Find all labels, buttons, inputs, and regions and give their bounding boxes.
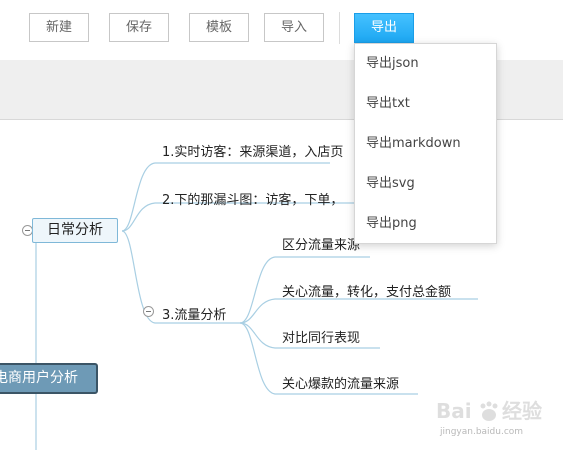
import-button[interactable]: 导入 [264,13,324,42]
node-sub-1[interactable]: 区分流量来源 [282,234,360,253]
svg-text:经验: 经验 [502,399,542,423]
svg-text:Bai: Bai [436,399,472,423]
collapse-toggle-flow[interactable] [143,306,154,317]
menu-item-export-png[interactable]: 导出png [355,204,496,244]
node-sub-3[interactable]: 对比同行表现 [282,327,360,346]
menu-item-export-txt[interactable]: 导出txt [355,84,496,124]
node-branch-1[interactable]: 1.实时访客：来源渠道，入店页 [162,141,343,160]
menu-item-export-markdown[interactable]: 导出markdown [355,124,496,164]
export-button[interactable]: 导出 [354,13,414,43]
node-branch-2[interactable]: 2.下的那漏斗图：访客，下单， [162,189,343,208]
node-daily-analysis[interactable]: 日常分析 [32,218,118,243]
template-button[interactable]: 模板 [189,13,249,42]
node-root[interactable]: 电商用户分析 [0,363,98,394]
menu-item-export-json[interactable]: 导出json [355,44,496,84]
node-sub-2[interactable]: 关心流量，转化，支付总金额 [282,281,451,300]
toolbar-divider [339,12,340,44]
new-button[interactable]: 新建 [29,13,89,42]
save-button[interactable]: 保存 [109,13,169,42]
node-sub-4[interactable]: 关心爆款的流量来源 [282,373,399,392]
watermark-url: jingyan.baidu.com [440,427,524,437]
menu-item-export-svg[interactable]: 导出svg [355,164,496,204]
node-branch-3[interactable]: 3.流量分析 [162,304,226,323]
export-dropdown-menu: 导出json 导出txt 导出markdown 导出svg 导出png [354,43,497,244]
